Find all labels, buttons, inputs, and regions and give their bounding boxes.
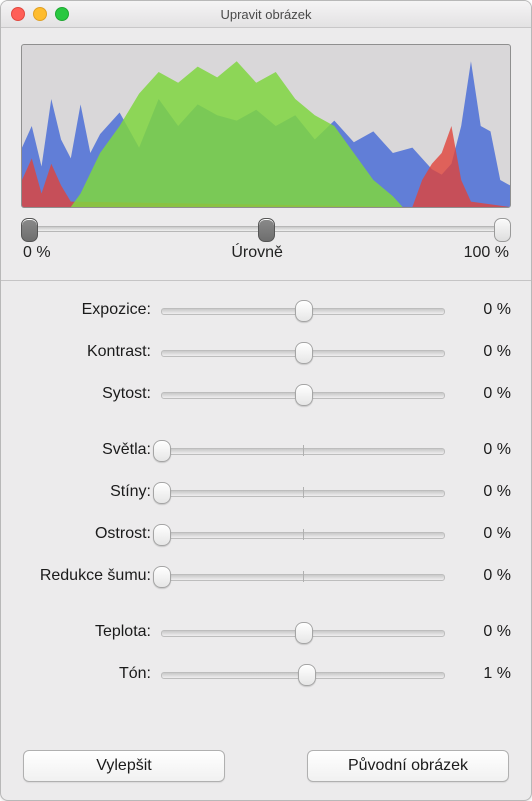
- slider-track[interactable]: [161, 523, 445, 545]
- footer: Vylepšit Původní obrázek: [1, 736, 531, 800]
- slider-track[interactable]: [161, 663, 445, 685]
- levels-labels: 0 % Úrovně 100 %: [23, 244, 509, 262]
- slider-label: Expozice:: [21, 301, 151, 319]
- histogram: [21, 44, 511, 208]
- titlebar: Upravit obrázek: [1, 1, 531, 28]
- slider-label: Světla:: [21, 441, 151, 459]
- slider-track[interactable]: [161, 341, 445, 363]
- window-title: Upravit obrázek: [1, 7, 531, 22]
- slider-center-tick: [303, 571, 304, 582]
- slider-thumb[interactable]: [153, 524, 171, 546]
- enhance-button-label: Vylepšit: [96, 757, 151, 775]
- slider-value: 0 %: [455, 483, 511, 501]
- slider-center-tick: [303, 487, 304, 498]
- slider-track[interactable]: [161, 439, 445, 461]
- slider-thumb[interactable]: [153, 566, 171, 588]
- slider-thumb[interactable]: [295, 622, 313, 644]
- slider-value: 0 %: [455, 623, 511, 641]
- levels-slider[interactable]: [23, 218, 509, 242]
- slider-track[interactable]: [161, 383, 445, 405]
- levels-white-point-thumb[interactable]: [494, 218, 511, 242]
- slider-track[interactable]: [161, 481, 445, 503]
- slider-thumb[interactable]: [153, 440, 171, 462]
- slider-thumb[interactable]: [295, 300, 313, 322]
- slider-label: Teplota:: [21, 623, 151, 641]
- slider-value: 0 %: [455, 301, 511, 319]
- slider-row: Kontrast: 0 %: [21, 331, 511, 373]
- slider-track[interactable]: [161, 621, 445, 643]
- slider-thumb[interactable]: [298, 664, 316, 686]
- slider-label: Sytost:: [21, 385, 151, 403]
- slider-value: 1 %: [455, 665, 511, 683]
- slider-center-tick: [303, 529, 304, 540]
- slider-center-tick: [303, 445, 304, 456]
- slider-label: Ostrost:: [21, 525, 151, 543]
- slider-row: Stíny: 0 %: [21, 471, 511, 513]
- slider-track[interactable]: [161, 565, 445, 587]
- window-body: 0 % Úrovně 100 % Expozice: 0 % Kontrast: 0 …: [1, 28, 531, 800]
- slider-row: Redukce šumu: 0 %: [21, 555, 511, 597]
- slider-thumb[interactable]: [153, 482, 171, 504]
- slider-row: Ostrost: 0 %: [21, 513, 511, 555]
- slider-track[interactable]: [161, 299, 445, 321]
- slider-label: Tón:: [21, 665, 151, 683]
- reset-button-label: Původní obrázek: [348, 757, 468, 775]
- close-icon[interactable]: [11, 7, 25, 21]
- slider-row: Světla: 0 %: [21, 429, 511, 471]
- levels-right-label: 100 %: [464, 244, 509, 262]
- sliders-panel: Expozice:0 %Kontrast:0 %Sytost:0 %Světla…: [1, 281, 531, 695]
- slider-label: Redukce šumu:: [21, 567, 151, 585]
- slider-value: 0 %: [455, 525, 511, 543]
- slider-value: 0 %: [455, 441, 511, 459]
- enhance-button[interactable]: Vylepšit: [23, 750, 225, 782]
- levels-mid-point-thumb[interactable]: [258, 218, 275, 242]
- histogram-section: 0 % Úrovně 100 %: [21, 44, 511, 262]
- levels-left-label: 0 %: [23, 244, 51, 262]
- slider-row: Sytost: 0 %: [21, 373, 511, 415]
- levels-center-label: Úrovně: [231, 244, 283, 262]
- slider-value: 0 %: [455, 343, 511, 361]
- edit-image-window: Upravit obrázek 0 %: [0, 0, 532, 801]
- levels-black-point-thumb[interactable]: [21, 218, 38, 242]
- slider-row: Expozice: 0 %: [21, 289, 511, 331]
- slider-value: 0 %: [455, 567, 511, 585]
- slider-thumb[interactable]: [295, 342, 313, 364]
- window-controls: [11, 7, 69, 21]
- slider-value: 0 %: [455, 385, 511, 403]
- slider-row: Teplota: 0 %: [21, 611, 511, 653]
- zoom-icon[interactable]: [55, 7, 69, 21]
- slider-label: Stíny:: [21, 483, 151, 501]
- slider-row: Tón: 1 %: [21, 653, 511, 695]
- slider-label: Kontrast:: [21, 343, 151, 361]
- slider-thumb[interactable]: [295, 384, 313, 406]
- minimize-icon[interactable]: [33, 7, 47, 21]
- reset-button[interactable]: Původní obrázek: [307, 750, 509, 782]
